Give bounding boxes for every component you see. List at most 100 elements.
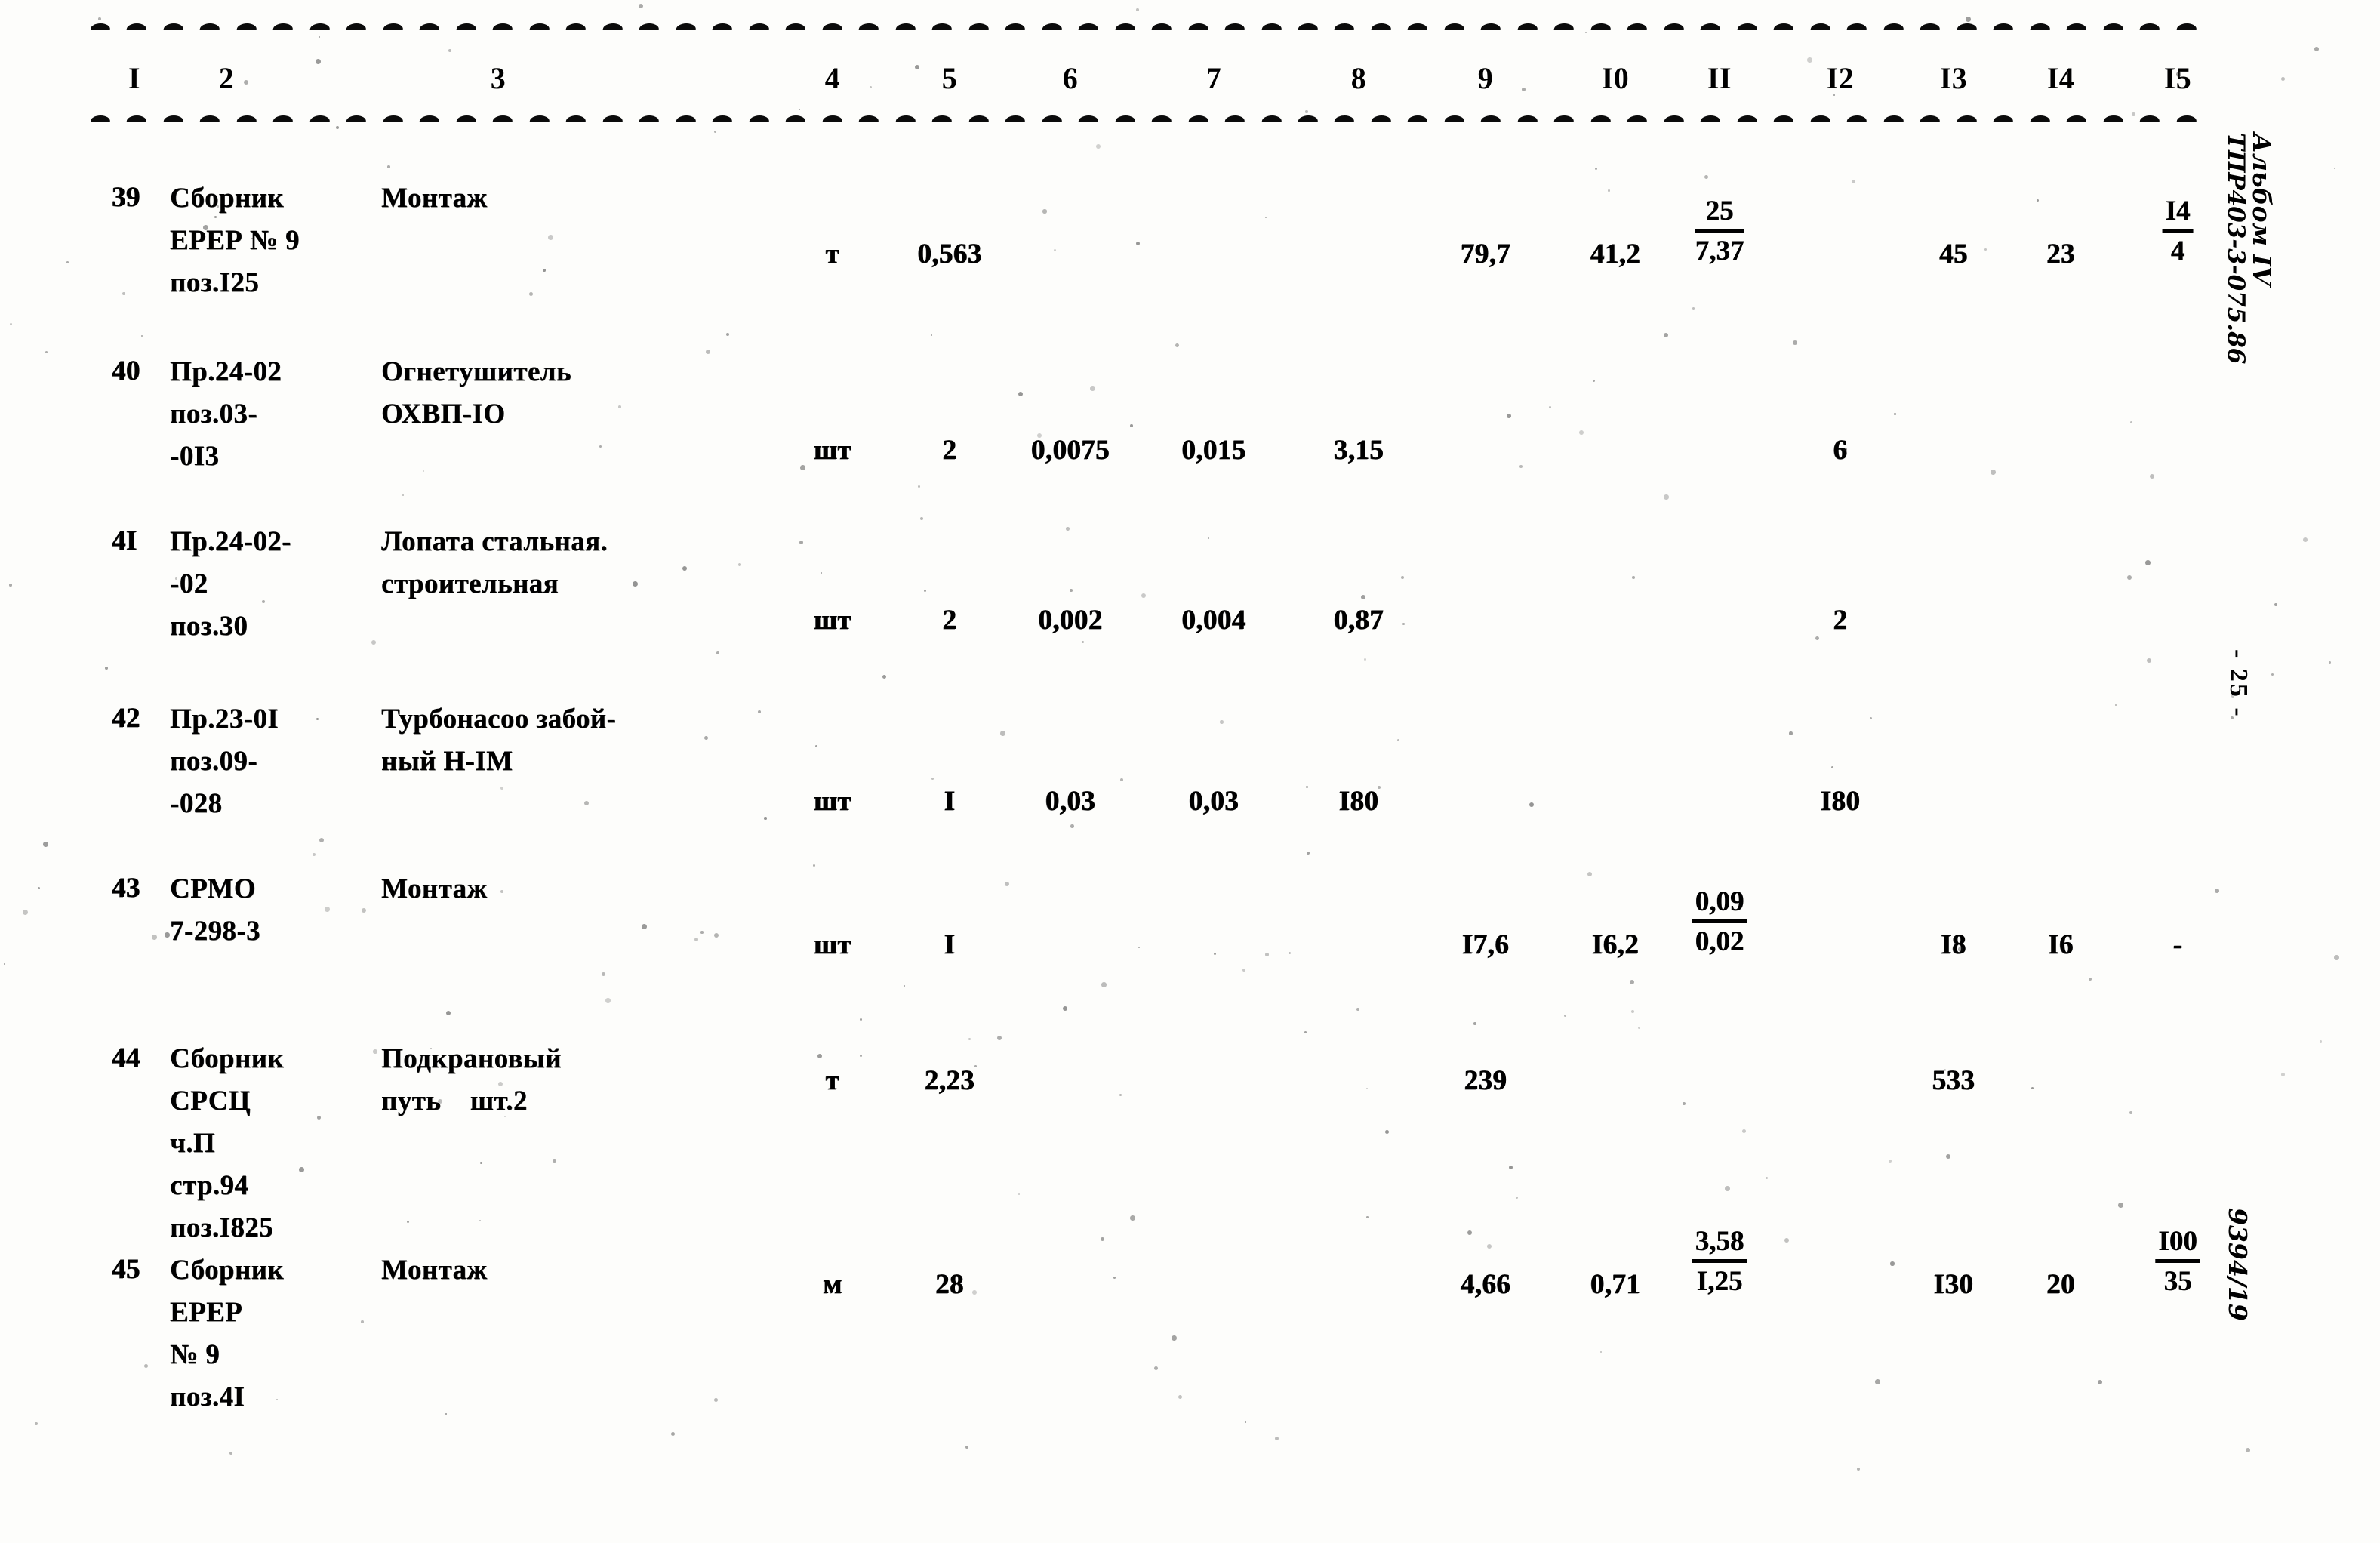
row-value: 0,002 <box>1038 605 1103 636</box>
rule-dash <box>309 23 331 30</box>
rule-dash <box>2139 115 2160 122</box>
rule-dash <box>785 23 806 30</box>
rule-dash <box>2066 23 2087 30</box>
row-value: 239 <box>1464 1065 1507 1096</box>
row-value: I8 <box>1941 929 1966 960</box>
rule-dash <box>2103 115 2123 122</box>
row-value: I80 <box>1338 786 1379 817</box>
margin-document-code: 9394/19 <box>2223 1208 2252 1321</box>
rule-dash <box>1042 23 1062 30</box>
row-number: 40 <box>112 356 140 387</box>
fraction-numerator: 0,09 <box>1692 885 1747 923</box>
rule-dash <box>1627 115 1648 122</box>
row-value: 0,03 <box>1188 786 1239 817</box>
fraction-denominator: 4 <box>2170 236 2185 266</box>
column-header-3: 3 <box>490 61 506 95</box>
rule-dash <box>1151 23 1172 30</box>
rule-dash <box>236 23 257 30</box>
rule-dash <box>1335 23 1355 30</box>
rule-dash <box>1590 115 1612 122</box>
rule-dash <box>1920 115 1941 122</box>
table-top-rule <box>91 20 2197 33</box>
row-code: Пр.24-02 поз.03- -0I3 <box>170 356 282 472</box>
margin-album-annotation-line1: Альбом IV <box>2247 133 2277 286</box>
rule-dash <box>2139 23 2160 30</box>
row-value: 23 <box>2046 239 2075 269</box>
row-number: 42 <box>112 703 140 734</box>
rule-dash <box>1298 115 1319 122</box>
column-header-9: 9 <box>1477 61 1494 95</box>
rule-dash <box>1481 23 1501 30</box>
row-value: I6,2 <box>1591 929 1640 960</box>
rule-dash <box>1737 23 1758 30</box>
rule-dash <box>639 115 660 122</box>
rule-dash <box>163 115 184 122</box>
rule-dash <box>273 23 294 30</box>
row-code: Сборник СРСЦ ч.П стр.94 поз.I825 <box>170 1043 285 1243</box>
rule-dash <box>1298 23 1319 30</box>
fraction-numerator: 25 <box>1695 195 1744 233</box>
fraction-numerator: I4 <box>2162 195 2194 233</box>
rule-dash <box>749 23 770 30</box>
rule-dash <box>1188 23 1208 30</box>
rule-dash <box>1481 115 1501 122</box>
row-code: СРМО 7-298-3 <box>170 873 260 947</box>
rule-dash <box>1261 115 1282 122</box>
rule-dash <box>822 115 843 122</box>
rule-dash <box>1408 115 1428 122</box>
rule-dash <box>1005 115 1026 122</box>
table-header-rule <box>91 112 2197 125</box>
rule-dash <box>91 23 111 30</box>
margin-album-annotation-line2: ТПР403-3-075.86 <box>2222 133 2249 365</box>
rule-dash <box>200 23 220 30</box>
rule-dash <box>1957 115 1978 122</box>
column-header-11: II <box>1707 61 1732 95</box>
rule-dash <box>1700 23 1721 30</box>
column-header-7: 7 <box>1205 61 1222 95</box>
rule-dash <box>1627 23 1648 30</box>
row-description: Монтаж <box>381 1255 488 1286</box>
rule-dash <box>1810 115 1831 122</box>
rule-dash <box>1224 23 1245 30</box>
row-value: I6 <box>2048 929 2074 960</box>
row-value: 45 <box>1939 239 1968 269</box>
rule-dash <box>1261 23 1282 30</box>
rule-dash <box>1517 23 1538 30</box>
row-value: 0,015 <box>1181 435 1246 466</box>
row-unit: т <box>825 1065 840 1096</box>
rule-dash <box>127 115 147 122</box>
rule-dash <box>456 23 477 30</box>
row-fraction-value: 0,09 0,02 <box>1692 885 1747 959</box>
fraction-denominator: 0,02 <box>1695 926 1744 957</box>
rule-dash <box>236 115 257 122</box>
row-value: 28 <box>935 1269 964 1300</box>
rule-dash <box>2176 23 2197 30</box>
fraction-numerator: 3,58 <box>1692 1225 1747 1263</box>
rule-dash <box>931 115 953 122</box>
row-value: 0,87 <box>1333 605 1384 636</box>
row-fraction-value: I00 35 <box>2155 1225 2200 1298</box>
row-description: Монтаж <box>381 183 488 214</box>
rule-dash <box>749 115 770 122</box>
rule-dash <box>2176 115 2197 122</box>
row-value: 2 <box>1833 605 1848 636</box>
rule-dash <box>712 23 733 30</box>
rule-dash <box>1078 115 1099 122</box>
rule-dash <box>1957 23 1978 30</box>
row-value: 0,71 <box>1590 1269 1641 1300</box>
rule-dash <box>565 115 587 122</box>
row-value: 79,7 <box>1460 239 1511 269</box>
rule-dash <box>273 115 294 122</box>
row-unit: шт <box>813 605 852 636</box>
row-code: Пр.24-02- -02 поз.30 <box>170 526 291 642</box>
rule-dash <box>493 23 513 30</box>
row-value: 20 <box>2046 1269 2075 1300</box>
column-header-10: I0 <box>1601 61 1630 95</box>
rule-dash <box>383 115 404 122</box>
row-number: 39 <box>112 182 140 213</box>
column-header-5: 5 <box>941 61 958 95</box>
rule-dash <box>1554 23 1575 30</box>
rule-dash <box>1042 115 1062 122</box>
column-header-13: I3 <box>1939 61 1968 95</box>
row-value: I <box>944 929 956 960</box>
